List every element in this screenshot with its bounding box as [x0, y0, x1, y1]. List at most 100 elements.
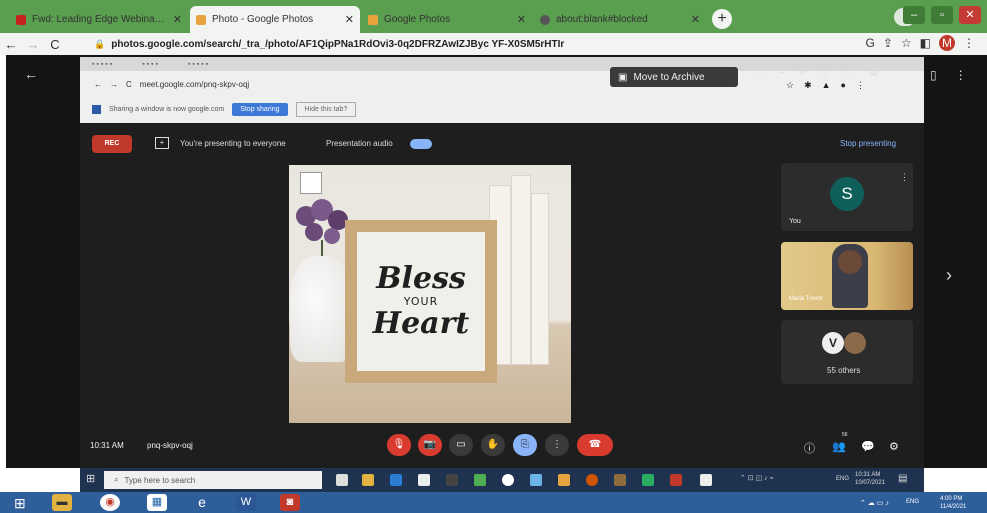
maximize-icon[interactable]: ▫ [931, 6, 953, 24]
file-explorer-icon [362, 474, 374, 486]
edit-icon[interactable]: ≡ [778, 66, 784, 81]
share-icon[interactable]: ⇧ [756, 66, 764, 81]
inner-tab: ▪ ▪ ▪ ▪ ▪ [92, 60, 113, 68]
participant-video [838, 250, 862, 274]
viewer-actions: ▯ ⋮ [930, 68, 967, 82]
address-bar[interactable]: 🔒 photos.google.com/search/_tra_/photo/A… [88, 35, 828, 53]
profile-avatar[interactable]: M [939, 35, 955, 51]
present-now-button[interactable]: ⎘ [513, 434, 537, 456]
tab-about-blank[interactable]: about:blank#blocked ✕ [534, 6, 706, 33]
end-call-button[interactable]: ☎ [577, 434, 613, 456]
close-icon[interactable]: ✕ [173, 13, 182, 26]
delete-icon[interactable]: 🗑 [868, 66, 881, 81]
more-options-button[interactable]: ⋮ [545, 434, 569, 456]
presenting-status: You're presenting to everyone [180, 139, 286, 148]
avatar: V [822, 332, 844, 354]
sign-board: Bless YOUR Heart [357, 232, 485, 371]
mic-off-button[interactable]: 🎙 [387, 434, 411, 456]
inner-clock: 10:31 AM 10/07/2021 [855, 472, 886, 486]
clock[interactable]: 4:00 PM 11/4/2021 [940, 495, 966, 511]
book [531, 193, 549, 365]
avatar: S [830, 177, 864, 211]
app-icon [530, 474, 542, 486]
menu-icon[interactable]: ⋮ [963, 36, 975, 50]
people-icon[interactable]: 👥 [832, 440, 846, 453]
zoom-icon[interactable]: ⊕ [798, 66, 806, 81]
tab-google-photos-active[interactable]: Photo - Google Photos ✕ [190, 6, 360, 33]
word-icon[interactable]: W [236, 494, 256, 511]
logo-badge-icon [300, 172, 322, 194]
windows-start-icon[interactable]: ⊞ [14, 495, 26, 512]
inner-address-row: ← → C meet.google.com/pnq-skpv-oqj [80, 77, 680, 91]
reload-icon[interactable]: C [44, 37, 66, 52]
browser-toolbar: ← → C 🔒 photos.google.com/search/_tra_/p… [0, 33, 987, 55]
inner-browser-actions: ☆ ✱ ▲ ● ⋮ [786, 80, 865, 91]
reload-icon: C [126, 79, 132, 89]
bookmark-star-icon[interactable]: ☆ [901, 36, 912, 50]
stop-presenting-button[interactable]: Stop presenting [840, 139, 896, 148]
close-window-icon[interactable]: ✕ [959, 6, 981, 24]
lock-icon: 🔒 [94, 38, 106, 49]
close-icon[interactable]: ✕ [517, 13, 526, 26]
share-icon[interactable]: ⇪ [883, 36, 893, 50]
more-options-icon[interactable]: ⋮ [900, 172, 909, 183]
share-notice-text: Sharing a window is now google.com [109, 105, 225, 113]
window-controls: – ▫ ✕ [903, 6, 981, 24]
captions-button[interactable]: ▭ [449, 434, 473, 456]
present-screen-icon: + [155, 137, 169, 149]
sidebar-icon[interactable]: ◧ [920, 36, 931, 50]
next-photo-icon[interactable]: › [946, 265, 952, 286]
app-icon[interactable]: ◙ [280, 494, 300, 511]
file-explorer-icon[interactable]: ▬ [52, 494, 72, 511]
app-icon [670, 474, 682, 486]
activities-icon[interactable]: ⚙ [889, 440, 899, 453]
minimize-icon[interactable]: – [903, 6, 925, 24]
profile-icon: ● [840, 80, 846, 90]
meeting-info-icon[interactable]: ⓘ [804, 440, 815, 456]
new-tab-button[interactable]: + [712, 9, 732, 29]
people-count-badge: 56 [842, 432, 848, 438]
info-icon[interactable]: ⓘ [821, 66, 831, 81]
globe-icon [540, 14, 550, 25]
language-indicator[interactable]: ENG [906, 499, 919, 505]
viewer-back-icon[interactable]: ← [24, 66, 38, 82]
chat-icon[interactable]: 💬 [861, 440, 875, 453]
store-icon [446, 474, 458, 486]
app-icon[interactable]: ▦ [147, 494, 167, 511]
app-icon [558, 474, 570, 486]
google-lens-icon[interactable]: G [865, 36, 874, 50]
viewer-toolbar-icons: ⇧ ≡ ⊕ ⓘ ☆ 🗑 [756, 66, 880, 81]
recording-badge: REC [92, 135, 132, 153]
gmail-icon [16, 14, 26, 25]
extension-icon: ✱ [804, 80, 812, 90]
stop-sharing-button: Stop sharing [232, 102, 288, 116]
sharing-notice-bar: Sharing a window is now google.com Stop … [80, 98, 924, 120]
hide-message-button: Hide this tab? [295, 101, 357, 117]
back-icon[interactable]: ← [0, 37, 22, 52]
presentation-audio-toggle[interactable] [410, 139, 432, 149]
sign-text-heart: Heart [372, 306, 470, 341]
close-icon[interactable]: ✕ [691, 13, 700, 26]
mail-icon [418, 474, 430, 486]
tab-gmail[interactable]: Fwd: Leading Edge Webinar - Sc ✕ [10, 6, 188, 33]
raise-hand-button[interactable]: ✋ [481, 434, 505, 456]
internet-explorer-icon[interactable]: e [192, 494, 212, 511]
toolbar-actions: G ⇪ ☆ ◧ M ⋮ [865, 35, 975, 51]
share-icon [92, 104, 101, 114]
move-to-archive-button[interactable]: ▣ Move to Archive [610, 67, 738, 87]
camera-off-button[interactable]: 📷 [418, 434, 442, 456]
favorite-icon[interactable]: ☆ [845, 66, 854, 81]
close-icon[interactable]: ✕ [345, 13, 354, 26]
chrome-icon [502, 474, 514, 486]
meeting-time: 10:31 AM [90, 441, 124, 450]
more-icon[interactable]: ⋮ [955, 68, 967, 82]
task-view-icon [336, 474, 348, 486]
participant-name: Maria Trevor [789, 296, 823, 302]
system-tray-icons: ⌃ ⊡ ◫ ♪ ⌁ [740, 475, 774, 482]
chrome-icon[interactable]: ◉ [100, 494, 120, 511]
sidebar-icon[interactable]: ▯ [930, 68, 937, 82]
tab-google-photos[interactable]: Google Photos ✕ [362, 6, 532, 33]
forward-icon: → [110, 79, 118, 89]
person-icon: ▲ [821, 80, 831, 90]
forward-icon[interactable]: → [22, 37, 44, 52]
